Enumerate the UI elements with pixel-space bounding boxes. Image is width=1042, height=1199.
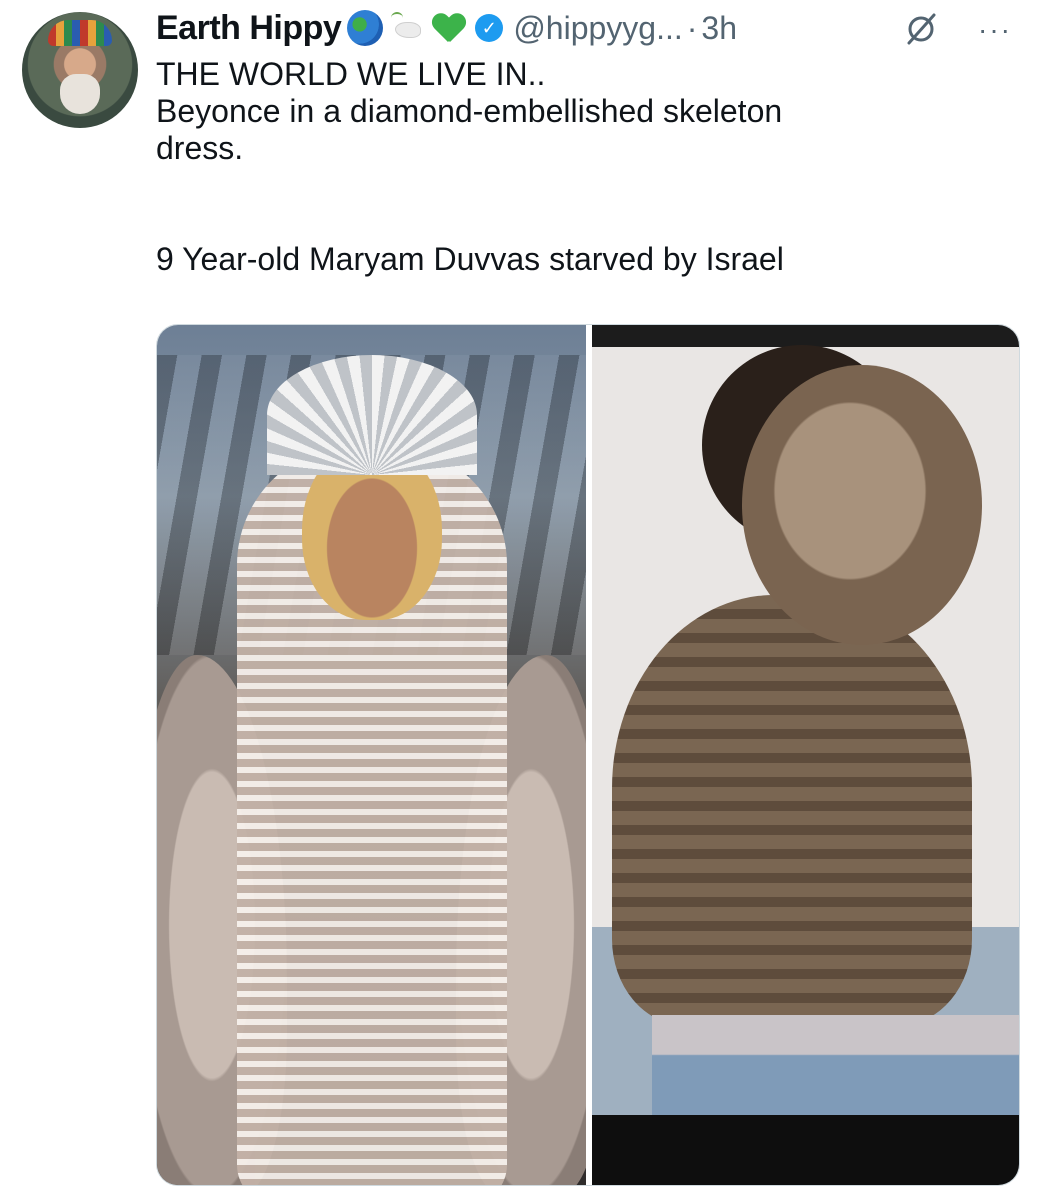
tweet-text-line: dress.: [156, 130, 244, 166]
more-options-icon[interactable]: ···: [978, 14, 1012, 46]
globe-icon: [347, 10, 384, 46]
green-heart-icon: [431, 10, 467, 46]
child-torso: [612, 595, 972, 1025]
photo-left[interactable]: [157, 325, 586, 1185]
crystal-headpiece: [267, 355, 477, 475]
display-name[interactable]: Earth Hippy: [156, 9, 342, 48]
avatar[interactable]: [22, 12, 138, 128]
verified-badge-icon[interactable]: ✓: [475, 14, 504, 42]
tweet-text-line: Beyonce in a diamond-embellished skeleto…: [156, 93, 783, 129]
user-handle[interactable]: @hippyyg...: [513, 10, 682, 47]
tweet-text: THE WORLD WE LIVE IN.. Beyonce in a diam…: [156, 56, 1016, 278]
tweet-text-line: 9 Year-old Maryam Duvvas starved by Isra…: [156, 241, 784, 277]
media-grid: [156, 324, 1020, 1186]
grok-icon[interactable]: [904, 12, 938, 46]
tweet: Earth Hippy ✓ @hippyyg... · 3h ··· THE W…: [0, 0, 1042, 1199]
tweet-text-line: THE WORLD WE LIVE IN..: [156, 56, 546, 92]
photo-bottom-bar: [592, 1115, 1019, 1185]
dove-icon: [389, 10, 425, 46]
photo-right[interactable]: [592, 325, 1019, 1185]
child-face: [742, 365, 982, 645]
avatar-hat: [48, 20, 112, 46]
tweet-header: Earth Hippy ✓ @hippyyg... · 3h: [156, 6, 737, 50]
separator-dot: ·: [686, 9, 698, 46]
avatar-beard: [60, 74, 100, 114]
timestamp[interactable]: 3h: [701, 10, 737, 47]
